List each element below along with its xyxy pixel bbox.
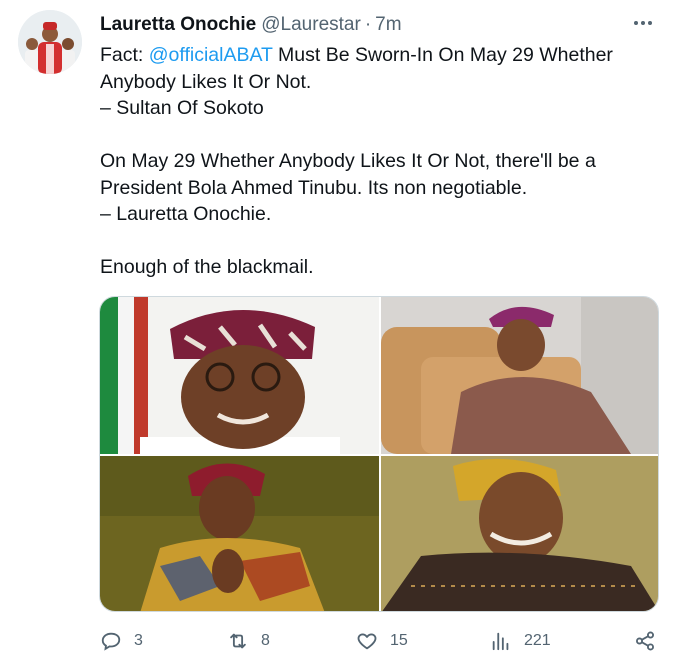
tweet-line-4: On May 29 Whether Anybody Likes It Or No… bbox=[100, 150, 596, 172]
share-icon bbox=[636, 631, 654, 651]
more-horizontal-icon bbox=[634, 21, 652, 25]
tweet-timestamp[interactable]: 7m bbox=[375, 14, 401, 36]
views-bar-chart-icon bbox=[492, 632, 509, 651]
author-avatar[interactable] bbox=[18, 10, 82, 74]
tweet-actions-bar: 3 8 15 221 bbox=[100, 625, 660, 657]
tweet-line-3: – Sultan Of Sokoto bbox=[100, 97, 264, 119]
reply-button[interactable]: 3 bbox=[100, 625, 143, 657]
reply-count: 3 bbox=[134, 632, 143, 649]
mention-link[interactable]: @officialABAT bbox=[149, 44, 273, 66]
tweet-line-1: Fact: @officialABAT Must Be Sworn-In On … bbox=[100, 42, 660, 69]
share-button[interactable] bbox=[634, 625, 656, 657]
like-button[interactable]: 15 bbox=[356, 625, 408, 657]
more-options-button[interactable] bbox=[630, 10, 656, 36]
retweet-count: 8 bbox=[261, 632, 270, 649]
author-name[interactable]: Lauretta Onochie bbox=[100, 14, 256, 36]
author-handle[interactable]: @Laurestar bbox=[261, 14, 361, 36]
like-count: 15 bbox=[390, 632, 408, 649]
tweet-line-6: – Lauretta Onochie. bbox=[100, 203, 272, 225]
media-grid bbox=[99, 296, 659, 612]
retweet-icon bbox=[230, 633, 246, 649]
photo-3[interactable] bbox=[100, 456, 379, 611]
tweet-line-7: Enough of the blackmail. bbox=[100, 256, 314, 278]
separator-dot: · bbox=[364, 14, 372, 35]
photo-4[interactable] bbox=[381, 456, 658, 611]
photo-1[interactable] bbox=[100, 297, 379, 454]
views-count: 221 bbox=[524, 632, 551, 649]
line-1-prefix: Fact: bbox=[100, 44, 149, 66]
tweet-line-5: President Bola Ahmed Tinubu. Its non neg… bbox=[100, 176, 528, 199]
heart-icon bbox=[357, 633, 377, 650]
views-button[interactable]: 221 bbox=[490, 625, 551, 657]
retweet-button[interactable]: 8 bbox=[227, 625, 270, 657]
tweet-line-2: Anybody Likes It Or Not. bbox=[100, 70, 312, 93]
reply-icon bbox=[101, 632, 121, 651]
tweet-text: Fact: @officialABAT Must Be Sworn-In On … bbox=[100, 42, 660, 281]
tweet-header: Lauretta Onochie @Laurestar · 7m bbox=[100, 12, 656, 38]
line-1-suffix: Must Be Sworn-In On May 29 Whether bbox=[272, 44, 613, 66]
photo-2[interactable] bbox=[381, 297, 658, 454]
